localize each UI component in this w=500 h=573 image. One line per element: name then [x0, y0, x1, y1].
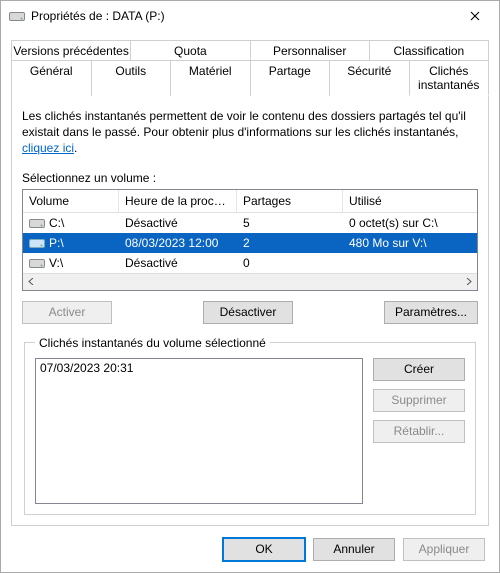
tab-outils[interactable]: Outils	[91, 60, 172, 96]
snapshot-item[interactable]: 07/03/2023 20:31	[40, 361, 358, 375]
snapshots-group: Clichés instantanés du volume sélectionn…	[24, 336, 476, 515]
scroll-left-arrow[interactable]	[23, 273, 40, 290]
disable-button[interactable]: Désactiver	[203, 301, 293, 324]
close-button[interactable]	[453, 1, 497, 31]
tab-clich-s-instantan-s[interactable]: Clichés instantanés	[409, 60, 490, 96]
title-bar: Propriétés de : DATA (P:)	[1, 1, 499, 31]
column-used[interactable]: Utilisé	[343, 190, 477, 212]
close-icon	[470, 11, 480, 21]
ok-button[interactable]: OK	[223, 538, 305, 561]
scroll-right-arrow[interactable]	[460, 273, 477, 290]
tab-personnaliser[interactable]: Personnaliser	[250, 40, 370, 61]
tab-quota[interactable]: Quota	[130, 40, 250, 61]
volume-name: C:\	[49, 216, 64, 230]
volume-buttons-row: Activer Désactiver Paramètres...	[22, 301, 478, 324]
drive-icon	[9, 10, 25, 22]
column-shares[interactable]: Partages	[237, 190, 343, 212]
volume-list: Volume Heure de la procha... Partages Ut…	[22, 189, 478, 291]
column-volume[interactable]: Volume	[23, 190, 119, 212]
volume-row[interactable]: P:\ 08/03/2023 12:002480 Mo sur V:\	[23, 233, 477, 253]
restore-snapshot-button[interactable]: Rétablir...	[373, 420, 465, 443]
drive-icon	[29, 237, 45, 249]
tab-s-curit-[interactable]: Sécurité	[329, 60, 410, 96]
snapshots-group-title: Clichés instantanés du volume sélectionn…	[35, 336, 270, 350]
volume-next-run: Désactivé	[119, 214, 237, 232]
properties-dialog: Propriétés de : DATA (P:) Versions précé…	[0, 0, 500, 573]
intro-pre: Les clichés instantanés permettent de vo…	[22, 109, 466, 139]
create-snapshot-button[interactable]: Créer	[373, 358, 465, 381]
learn-more-link[interactable]: cliquez ici	[22, 141, 74, 155]
volume-used	[343, 261, 477, 265]
drive-icon	[29, 217, 45, 229]
volume-next-run: Désactivé	[119, 254, 237, 272]
cancel-button[interactable]: Annuler	[313, 538, 395, 561]
tab-versions-pr-c-dentes[interactable]: Versions précédentes	[11, 40, 131, 61]
volume-shares: 5	[237, 214, 343, 232]
volume-next-run: 08/03/2023 12:00	[119, 234, 237, 252]
intro-text: Les clichés instantanés permettent de vo…	[22, 108, 478, 157]
column-next-run[interactable]: Heure de la procha...	[119, 190, 237, 212]
tab-classification[interactable]: Classification	[369, 40, 489, 61]
volume-used: 0 octet(s) sur C:\	[343, 214, 477, 232]
volume-shares: 2	[237, 234, 343, 252]
volume-used: 480 Mo sur V:\	[343, 234, 477, 252]
snapshot-buttons: Créer Supprimer Rétablir...	[373, 358, 465, 504]
volume-shares: 0	[237, 254, 343, 272]
tab-panel-shadow-copies: Les clichés instantanés permettent de vo…	[11, 95, 489, 526]
volume-name: P:\	[49, 236, 64, 250]
volume-list-body: C:\Désactivé50 octet(s) sur C:\P:\08/03/…	[23, 213, 477, 273]
delete-snapshot-button[interactable]: Supprimer	[373, 389, 465, 412]
enable-button[interactable]: Activer	[22, 301, 112, 324]
horizontal-scrollbar[interactable]	[23, 273, 477, 290]
window-title: Propriétés de : DATA (P:)	[31, 9, 453, 23]
volume-list-header: Volume Heure de la procha... Partages Ut…	[23, 190, 477, 213]
tab-partage[interactable]: Partage	[250, 60, 331, 96]
intro-post: .	[74, 141, 77, 155]
volume-row[interactable]: C:\ Désactivé50 octet(s) sur C:\	[23, 213, 477, 233]
dialog-footer: OK Annuler Appliquer	[1, 526, 499, 572]
volume-row[interactable]: V:\ Désactivé0	[23, 253, 477, 273]
apply-button[interactable]: Appliquer	[403, 538, 485, 561]
tab-strip: Versions précédentesQuotaPersonnaliserCl…	[1, 31, 499, 96]
volume-name: V:\	[49, 256, 63, 270]
tab-mat-riel[interactable]: Matériel	[170, 60, 251, 96]
snapshot-list[interactable]: 07/03/2023 20:31	[35, 358, 363, 504]
settings-button[interactable]: Paramètres...	[384, 301, 478, 324]
tab-g-n-ral[interactable]: Général	[11, 60, 92, 96]
select-volume-label: Sélectionnez un volume :	[22, 171, 478, 185]
drive-icon	[29, 257, 45, 269]
